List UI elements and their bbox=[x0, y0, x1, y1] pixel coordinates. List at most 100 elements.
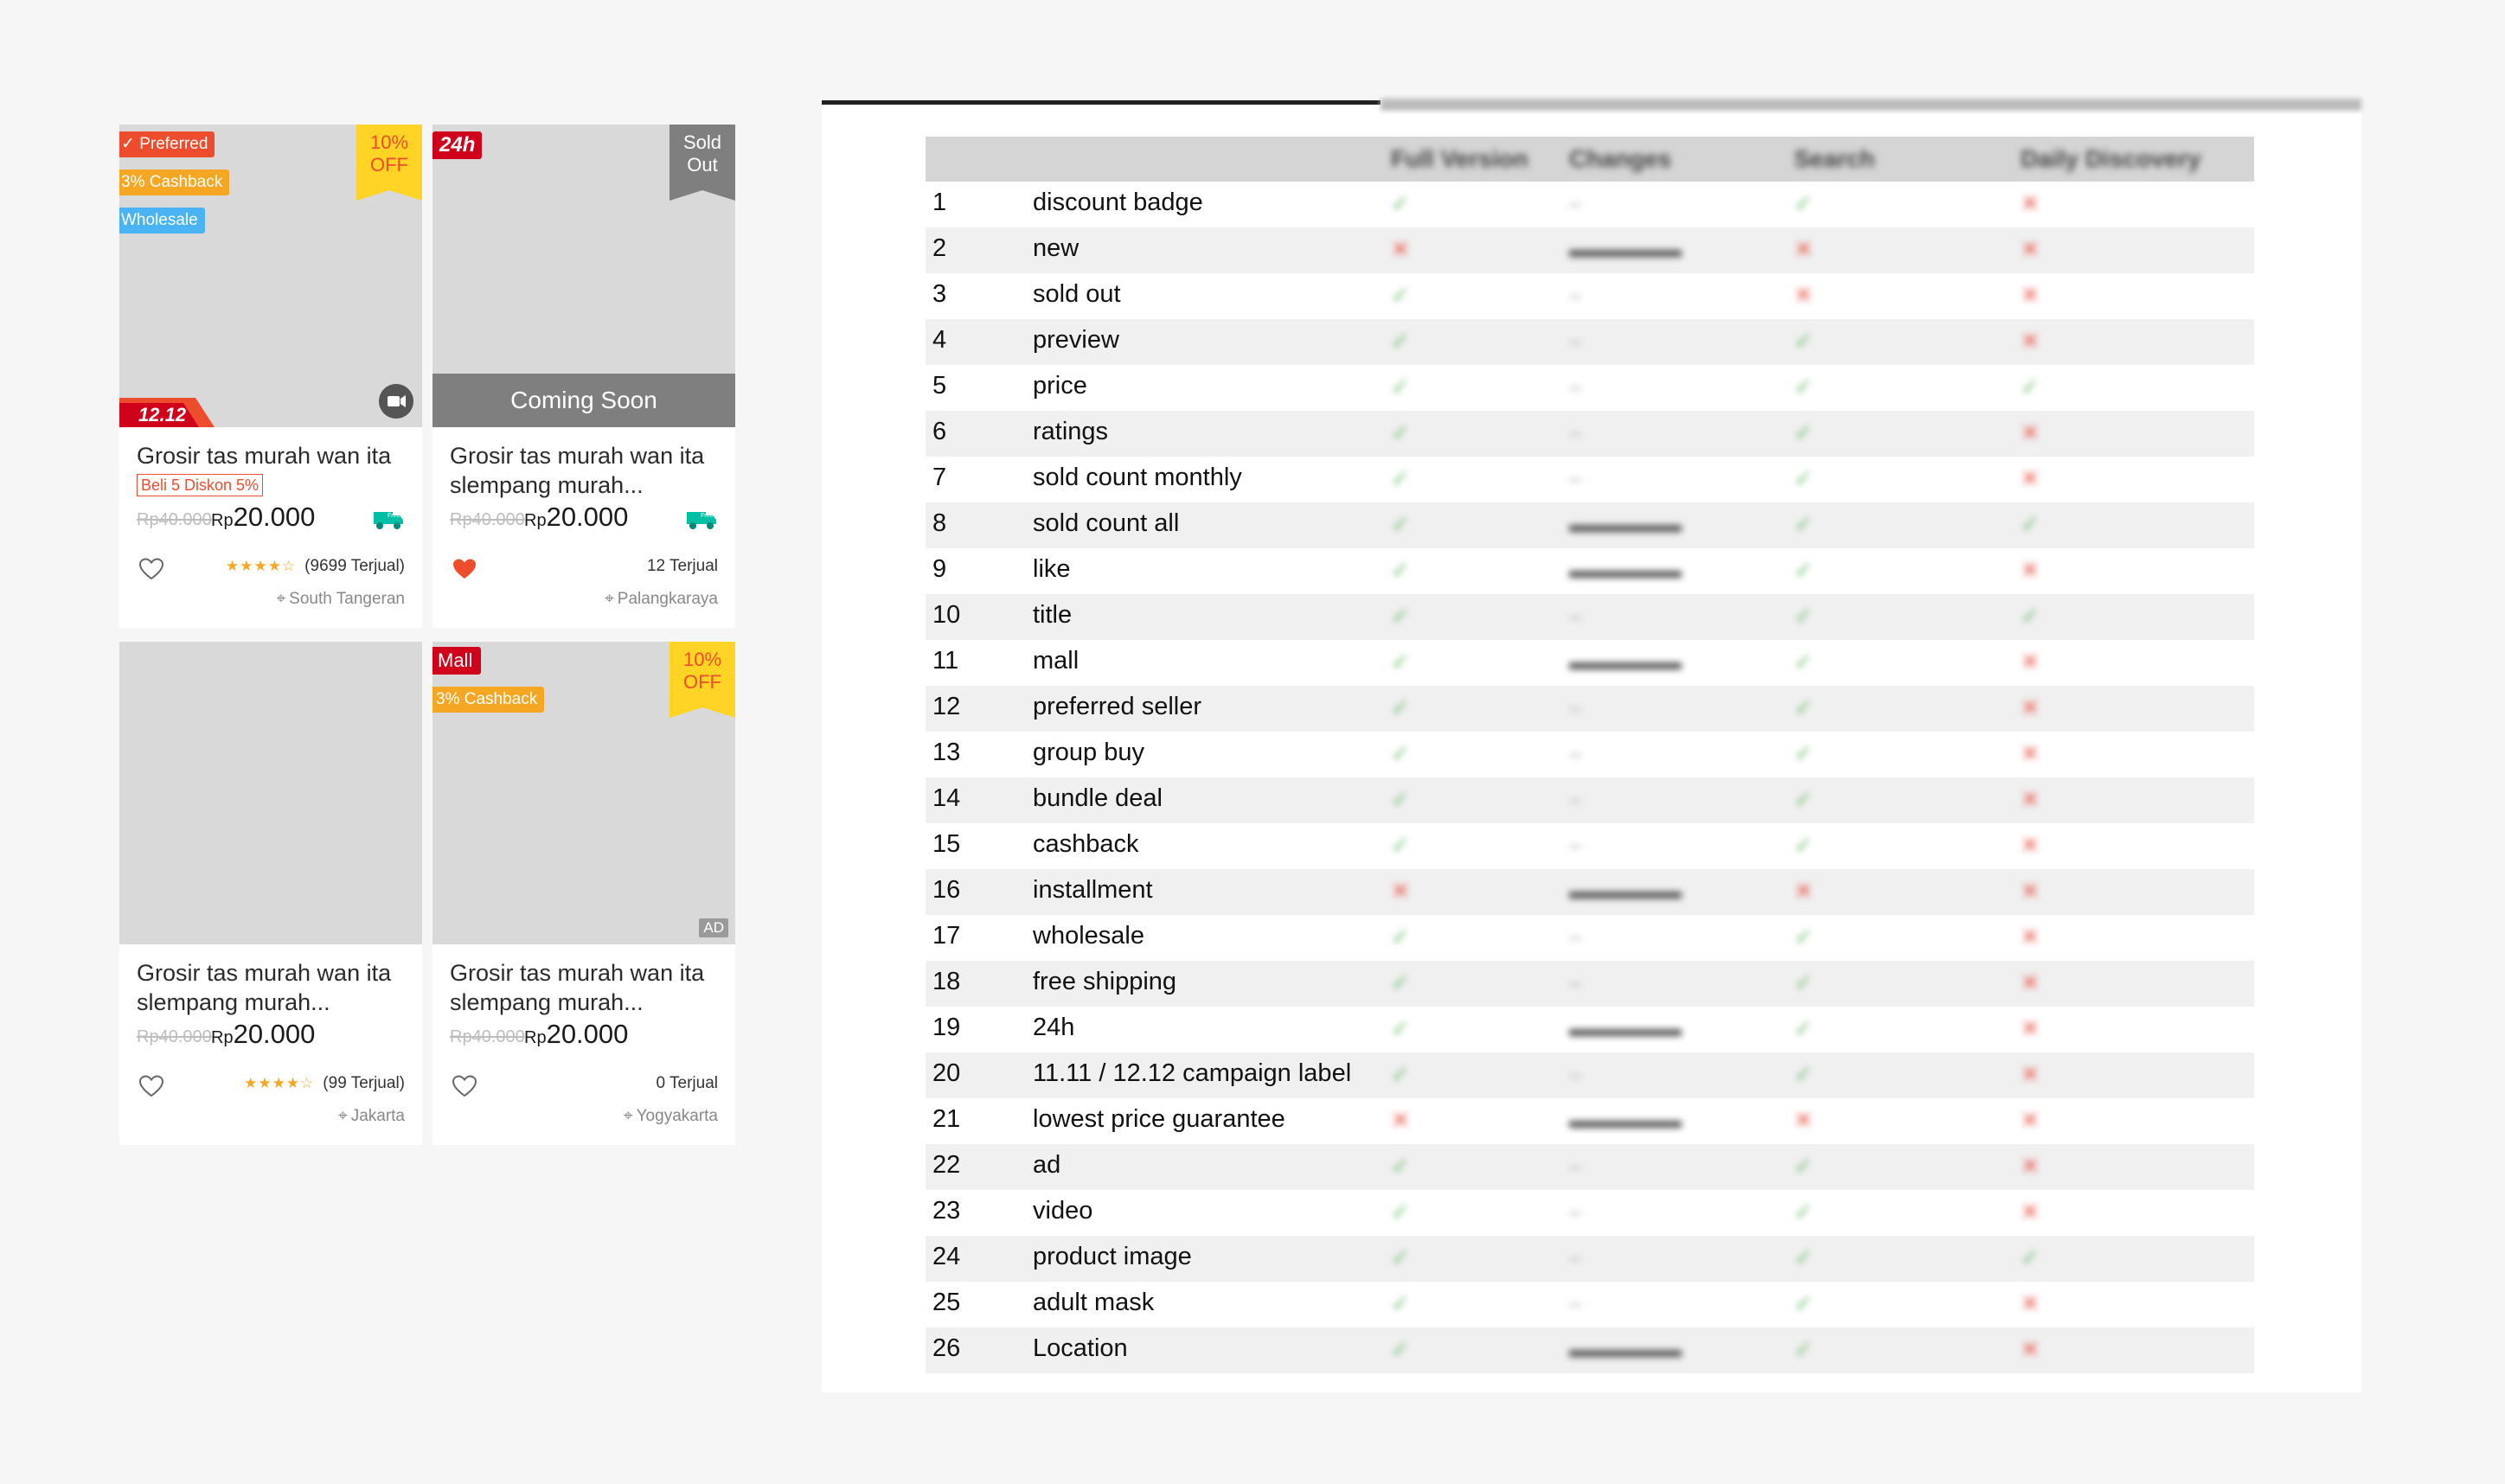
product-title[interactable]: Grosir tas murah wan ita slempang murah.… bbox=[137, 958, 410, 1017]
header-search: Search bbox=[1794, 145, 1875, 172]
row-feature: price bbox=[1033, 372, 1087, 400]
preferred-badge: ✓ Preferred bbox=[119, 131, 215, 157]
cross-icon: ✕ bbox=[2021, 786, 2040, 812]
dash-icon: – bbox=[1569, 1244, 1582, 1270]
product-image[interactable] bbox=[119, 642, 422, 944]
obscured-text: ▬▬▬▬▬ bbox=[1569, 649, 1682, 675]
location-pin-icon: ⌖ bbox=[623, 1107, 633, 1125]
row-feature: sold count all bbox=[1033, 509, 1180, 537]
table-row: 1 discount badge ✓ – ✓ ✕ bbox=[926, 182, 2254, 227]
sold-count: (99 Terjual) bbox=[323, 1074, 405, 1092]
like-heart-icon[interactable] bbox=[138, 557, 164, 581]
discount-badge: 10% OFF bbox=[356, 125, 422, 201]
check-icon: ✓ bbox=[1794, 832, 1813, 858]
blurred-cells: ✓ ▬▬▬▬▬ ✓ ✕ bbox=[1381, 548, 2254, 594]
sold-out-line2: Out bbox=[687, 154, 718, 176]
check-icon: ✓ bbox=[1794, 465, 1813, 491]
blurred-cells: ✓ ▬▬▬▬▬ ✓ ✕ bbox=[1381, 1007, 2254, 1052]
row-number: 19 bbox=[932, 1014, 961, 1041]
current-price: Rp20.000 bbox=[211, 502, 315, 533]
table-row: 20 11.11 / 12.12 campaign label ✓ – ✓ ✕ bbox=[926, 1052, 2254, 1098]
blurred-cells: ✓ – ✓ ✕ bbox=[1381, 457, 2254, 502]
check-icon: ✓ bbox=[1391, 190, 1410, 216]
cross-icon: ✕ bbox=[2021, 1336, 2040, 1362]
row-feature: free shipping bbox=[1033, 968, 1177, 995]
row-number: 9 bbox=[932, 555, 947, 583]
price-prefix: Rp bbox=[524, 1028, 547, 1047]
table-row: 3 sold out ✓ – ✕ ✕ bbox=[926, 273, 2254, 319]
dash-icon: – bbox=[1569, 1199, 1582, 1225]
row-feature: new bbox=[1033, 234, 1080, 262]
cross-icon: ✕ bbox=[2021, 190, 2040, 216]
blurred-cells: ✓ – ✓ ✕ bbox=[1381, 319, 2254, 365]
row-number: 16 bbox=[932, 876, 961, 904]
check-icon: ✓ bbox=[2021, 511, 2040, 537]
check-icon: ✓ bbox=[2021, 374, 2040, 400]
cross-icon: ✕ bbox=[2021, 1061, 2040, 1087]
product-image[interactable]: ✓ Preferred 3% Cashback Wholesale 10% OF… bbox=[119, 125, 422, 427]
table-row: 2 new ✕ ▬▬▬▬▬ ✕ ✕ bbox=[926, 227, 2254, 273]
campaign-label: 12.12 bbox=[119, 398, 215, 427]
table-row: 8 sold count all ✓ ▬▬▬▬▬ ✓ ✓ bbox=[926, 502, 2254, 548]
product-title[interactable]: Grosir tas murah wan ita slempang murah.… bbox=[450, 441, 723, 500]
location-text: Yogyakarta bbox=[636, 1107, 718, 1125]
cross-icon: ✕ bbox=[1794, 1107, 1813, 1133]
like-heart-icon[interactable] bbox=[138, 1074, 164, 1098]
row-number: 17 bbox=[932, 922, 961, 950]
cross-icon: ✕ bbox=[2021, 694, 2040, 720]
blurred-cells: ✓ ▬▬▬▬▬ ✓ ✕ bbox=[1381, 1327, 2254, 1373]
dash-icon: – bbox=[1569, 419, 1582, 445]
row-feature: sold count monthly bbox=[1033, 464, 1242, 491]
discount-off: OFF bbox=[683, 671, 721, 693]
discount-badge: 10% OFF bbox=[669, 642, 735, 718]
liked-heart-icon[interactable] bbox=[452, 557, 477, 581]
row-feature: mall bbox=[1033, 647, 1080, 675]
check-icon: ✓ bbox=[1391, 969, 1410, 995]
product-card[interactable]: 24h Sold Out Coming Soon Grosir tas mura… bbox=[432, 125, 735, 628]
check-icon: ✓ bbox=[1391, 511, 1410, 537]
check-icon: ✓ bbox=[1794, 328, 1813, 354]
current-price: Rp20.000 bbox=[524, 1019, 628, 1050]
table-row: 5 price ✓ – ✓ ✓ bbox=[926, 365, 2254, 411]
product-card[interactable]: ✓ Preferred 3% Cashback Wholesale 10% OF… bbox=[119, 125, 422, 628]
product-image[interactable]: 24h Sold Out Coming Soon bbox=[432, 125, 735, 427]
dash-icon: – bbox=[1569, 740, 1582, 766]
row-feature: video bbox=[1033, 1197, 1093, 1225]
row-number: 21 bbox=[932, 1105, 961, 1133]
sold-out-line1: Sold bbox=[682, 131, 722, 153]
blurred-cells: ✓ – ✓ ✕ bbox=[1381, 732, 2254, 777]
blurred-cells: ✓ – ✓ ✕ bbox=[1381, 1282, 2254, 1327]
product-title[interactable]: Grosir tas murah wan ita bbox=[137, 441, 410, 470]
row-feature: product image bbox=[1033, 1243, 1192, 1270]
row-feature: ratings bbox=[1033, 418, 1109, 445]
like-heart-icon[interactable] bbox=[452, 1074, 477, 1098]
original-price: Rp40.000 bbox=[450, 1027, 525, 1046]
check-icon: ✓ bbox=[1794, 557, 1813, 583]
dash-icon: – bbox=[1569, 924, 1582, 950]
obscured-text: ▬▬▬▬▬ bbox=[1569, 511, 1682, 537]
row-number: 5 bbox=[932, 372, 947, 400]
blurred-header-columns: Full Version Changes Search Daily Discov… bbox=[1381, 137, 2254, 182]
check-icon: ✓ bbox=[1391, 1199, 1410, 1225]
check-icon: ✓ bbox=[1391, 1061, 1410, 1087]
cross-icon: ✕ bbox=[2021, 328, 2040, 354]
product-image[interactable]: Mall 3% Cashback 10% OFF AD bbox=[432, 642, 735, 944]
location-text: Jakarta bbox=[350, 1107, 405, 1125]
product-card[interactable]: Mall 3% Cashback 10% OFF AD Grosir tas m… bbox=[432, 642, 735, 1145]
row-feature: like bbox=[1033, 555, 1071, 583]
product-card[interactable]: Grosir tas murah wan ita slempang murah.… bbox=[119, 642, 422, 1145]
product-title[interactable]: Grosir tas murah wan ita slempang murah.… bbox=[450, 958, 723, 1017]
sold-count: 12 Terjual bbox=[646, 557, 718, 575]
star-rating-icon: ★★★★☆ bbox=[225, 558, 297, 574]
current-price: Rp20.000 bbox=[524, 502, 628, 533]
blurred-cells: ✕ ▬▬▬▬▬ ✕ ✕ bbox=[1381, 1098, 2254, 1144]
check-icon: ✓ bbox=[1391, 328, 1410, 354]
ad-badge: AD bbox=[699, 918, 728, 937]
row-number: 20 bbox=[932, 1059, 961, 1087]
cross-icon: ✕ bbox=[1794, 282, 1813, 308]
obscured-text: ▬▬▬▬▬ bbox=[1569, 557, 1682, 583]
price-prefix: Rp bbox=[524, 511, 547, 530]
blurred-cells: ✓ – ✓ ✕ bbox=[1381, 777, 2254, 823]
table-row: 9 like ✓ ▬▬▬▬▬ ✓ ✕ bbox=[926, 548, 2254, 594]
video-icon[interactable] bbox=[379, 384, 413, 419]
